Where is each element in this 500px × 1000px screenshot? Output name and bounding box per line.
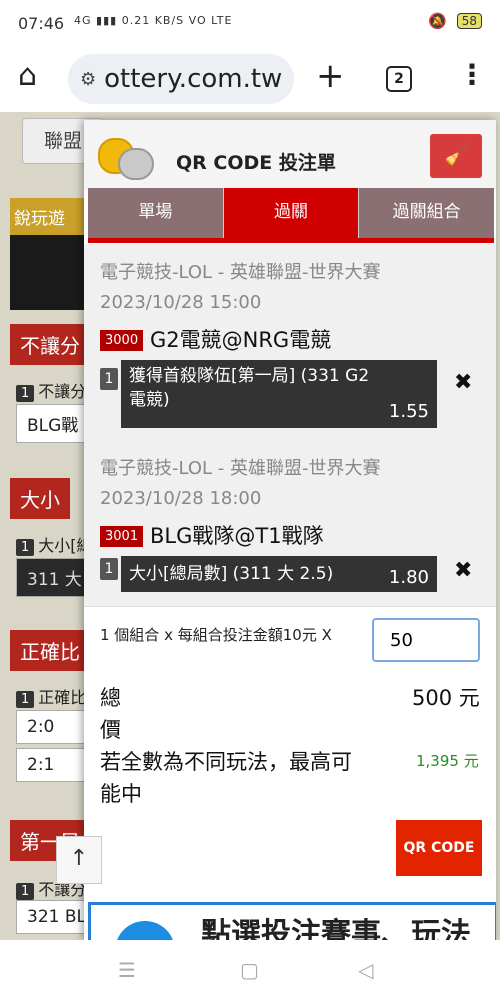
bet-number: 1 [100, 558, 118, 580]
bet-selection-text: 獲得首殺隊伍[第一局] (331 G2電競) [129, 366, 370, 410]
match-code: 3000 [100, 330, 144, 351]
clock: 07:46 [18, 14, 65, 33]
bet-slip-title: QR CODE 投注單 [176, 152, 336, 174]
bet-odds: 1.80 [388, 567, 429, 588]
remove-bet-icon[interactable]: ✖ [454, 370, 472, 395]
home-icon[interactable]: ⌂ [18, 58, 37, 93]
bg-score-label: 1 正確比 [16, 684, 86, 708]
net-speed: 0.21 KB/S [121, 14, 185, 27]
back-icon[interactable]: ◁ [358, 958, 373, 982]
menu-icon[interactable]: ⋮ [458, 58, 486, 91]
battery-icon: 58 [456, 13, 482, 29]
promo-banner[interactable]: 點選投注賽事、玩法 [88, 902, 496, 940]
qr-code-button[interactable]: QR CODE [396, 820, 482, 876]
signal-type: 4G [74, 14, 92, 27]
match-name: G2電競@NRG電競 [150, 328, 332, 352]
browser-toolbar: ⌂ ⚙ ottery.com.tw + 2 ⋮ [0, 48, 500, 112]
bet-number: 1 [100, 368, 118, 390]
bg-score-header: 正確比 [10, 630, 90, 671]
arrow-up-icon: ↑ [69, 846, 89, 871]
bet-slip-panel: QR CODE 投注單 🧹 單場 過關 過關組合 電子競技-LOL - 英雄聯盟… [84, 120, 496, 940]
bet-amount-input[interactable] [372, 618, 480, 662]
mute-icon: 🔕 [428, 12, 447, 30]
new-tab-icon[interactable]: + [316, 56, 345, 96]
scroll-top-button[interactable]: ↑ [56, 836, 102, 884]
bet-type-tabs: 單場 過關 過關組合 [88, 188, 495, 240]
system-nav-bar: ☰ ▢ ◁ [0, 940, 500, 1000]
promo-text: 點選投注賽事、玩法 [201, 917, 471, 940]
bet-selection-row: 1 獲得首殺隊伍[第一局] (331 G2電競) 1.55 [100, 360, 437, 428]
home-nav-icon[interactable]: ▢ [240, 958, 259, 982]
bet-odds: 1.55 [388, 401, 429, 422]
coins-icon [98, 132, 156, 180]
bg-overunder-label: 1 大小[總 [16, 532, 93, 556]
clear-slip-button[interactable]: 🧹 [430, 134, 482, 178]
network-indicators: 4G ▮▮▮ 0.21 KB/S VO LTE [74, 14, 232, 27]
tab-single[interactable]: 單場 [88, 188, 224, 240]
tab-underline [88, 238, 494, 243]
league-name: 電子競技-LOL - 英雄聯盟-世界大賽 [100, 458, 381, 479]
total-label-line2: 價 [100, 718, 121, 742]
bg-handicap-header: 不讓分 [10, 324, 90, 365]
combo-description: 1 個組合 x 每組合投注金額10元 X [100, 626, 332, 644]
max-payout-label: 若全數為不同玩法，最高可能中 [100, 750, 352, 806]
total-label-line1: 總 [100, 686, 121, 710]
tab-parlay-combo[interactable]: 過關組合 [359, 188, 495, 240]
bet-slip-header: QR CODE 投注單 🧹 [84, 120, 496, 190]
bg-dark-block: 銳玩遊 [10, 198, 90, 310]
bet-item: 電子競技-LOL - 英雄聯盟-世界大賽 2023/10/28 18:00 30… [84, 440, 496, 607]
broom-icon: 🧹 [444, 142, 472, 167]
info-icon [115, 921, 175, 940]
total-value: 500 元 [412, 686, 480, 710]
status-right: 🔕 58 [428, 12, 482, 30]
recents-icon[interactable]: ☰ [118, 958, 136, 982]
bet-selection-text: 大小[總局數] (311 大 2.5) [129, 564, 334, 584]
max-payout-value: 1,395 元 [416, 752, 479, 770]
match-datetime: 2023/10/28 15:00 [100, 292, 262, 313]
bg-overunder-header: 大小 [10, 478, 70, 519]
volte-label: VO LTE [188, 14, 233, 27]
match-name: BLG戰隊@T1戰隊 [150, 524, 324, 548]
status-bar: 07:46 4G ▮▮▮ 0.21 KB/S VO LTE 🔕 58 [0, 0, 500, 48]
bet-item: 電子競技-LOL - 英雄聯盟-世界大賽 2023/10/28 15:00 30… [84, 244, 496, 441]
remove-bet-icon[interactable]: ✖ [454, 558, 472, 583]
tab-parlay[interactable]: 過關 [223, 188, 360, 240]
bet-selection: 獲得首殺隊伍[第一局] (331 G2電競) 1.55 [121, 360, 437, 428]
address-bar[interactable]: ⚙ ottery.com.tw [68, 54, 294, 104]
match-code: 3001 [100, 526, 144, 547]
signal-icon: ▮▮▮ [96, 14, 118, 27]
bg-handicap-label: 1 不讓分 [16, 378, 86, 402]
bet-selection: 大小[總局數] (311 大 2.5) 1.80 [121, 556, 437, 592]
site-info-icon[interactable]: ⚙ [80, 69, 96, 90]
bg-section-label: 銳玩遊 [10, 198, 90, 235]
tab-switcher-button[interactable]: 2 [386, 66, 412, 92]
league-name: 電子競技-LOL - 英雄聯盟-世界大賽 [100, 262, 381, 283]
url-text: ottery.com.tw [104, 64, 283, 94]
bet-selection-row: 1 大小[總局數] (311 大 2.5) 1.80 [100, 556, 437, 592]
match-datetime: 2023/10/28 18:00 [100, 488, 262, 509]
